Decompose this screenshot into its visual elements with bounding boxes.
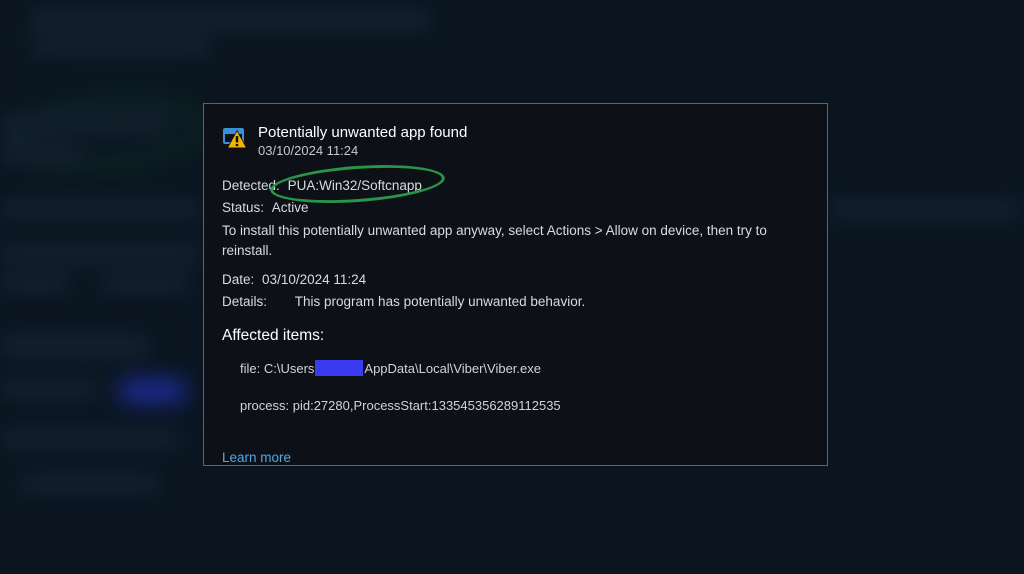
details-value: This program has potentially unwanted be… — [295, 294, 585, 309]
date-label: Date: — [222, 272, 254, 287]
detected-value: PUA:Win32/Softcnapp — [288, 178, 422, 193]
file-path-suffix: AppData\Local\Viber\Viber.exe — [364, 361, 541, 376]
detected-row: Detected: PUA:Win32/Softcnapp — [222, 176, 422, 196]
status-label: Status: — [222, 200, 264, 215]
dialog-header: Potentially unwanted app found 03/10/202… — [222, 124, 809, 158]
details-label: Details: — [222, 294, 267, 309]
date-value: 03/10/2024 11:24 — [262, 272, 366, 287]
status-value: Active — [272, 200, 309, 215]
shield-warning-icon — [222, 126, 246, 148]
dialog-timestamp: 03/10/2024 11:24 — [258, 143, 467, 158]
affected-process: process: pid:27280,ProcessStart:13354535… — [240, 397, 809, 416]
redacted-username — [315, 360, 363, 376]
dialog-title: Potentially unwanted app found — [258, 124, 467, 141]
affected-heading: Affected items: — [222, 325, 809, 347]
affected-file: file: C:\Users AppData\Local\Viber\Viber.… — [240, 360, 809, 379]
install-hint: To install this potentially unwanted app… — [222, 221, 809, 260]
threat-detail-dialog: Potentially unwanted app found 03/10/202… — [203, 103, 828, 466]
date-row: Date: 03/10/2024 11:24 — [222, 270, 809, 290]
dialog-body: Detected: PUA:Win32/Softcnapp Status: Ac… — [222, 176, 809, 467]
learn-more-link[interactable]: Learn more — [222, 448, 291, 468]
details-row: Details: This program has potentially un… — [222, 292, 809, 312]
status-row: Status: Active — [222, 198, 809, 218]
detected-label: Detected: — [222, 178, 280, 193]
file-path-prefix: file: C:\Users — [240, 361, 314, 376]
